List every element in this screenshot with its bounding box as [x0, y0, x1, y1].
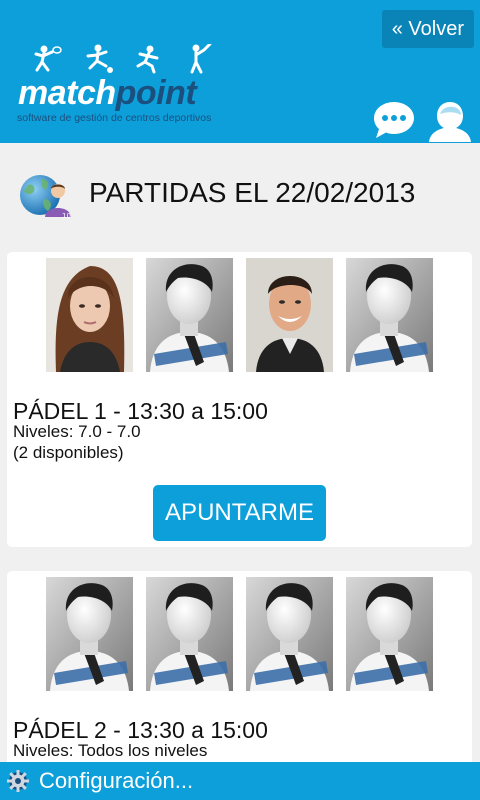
app-header: « Volver matchpoint software de gestión … — [0, 0, 480, 143]
player-photo-man[interactable] — [246, 258, 333, 372]
placeholder-avatar — [46, 577, 133, 691]
gear-icon — [7, 770, 29, 792]
logo-text-match: match — [18, 74, 116, 112]
player-photo-woman[interactable] — [46, 258, 133, 372]
player-slot-empty[interactable] — [46, 577, 133, 691]
soccer-player-icon — [86, 44, 113, 73]
player-slot-empty[interactable] — [346, 258, 433, 372]
placeholder-avatar — [346, 258, 433, 372]
svg-text:10: 10 — [62, 212, 71, 220]
sport-icons — [32, 44, 214, 74]
settings-bar[interactable]: Configuración... — [0, 762, 480, 800]
placeholder-avatar — [146, 577, 233, 691]
placeholder-avatar — [146, 258, 233, 372]
match-card: PÁDEL 2 - 13:30 a 15:00 Niveles: Todos l… — [7, 571, 472, 771]
chat-bubble-icon[interactable] — [372, 100, 416, 140]
user-profile-icon[interactable] — [428, 98, 472, 142]
logo-wordmark: matchpoint — [18, 74, 197, 113]
player-slots — [46, 258, 433, 372]
tennis-player-icon — [34, 45, 62, 72]
matchpoint-logo: matchpoint software de gestión de centro… — [16, 44, 216, 128]
globe-user-icon: 10 — [20, 175, 71, 220]
match-availability: (2 disponibles) — [13, 443, 124, 462]
match-title: PÁDEL 2 - 13:30 a 15:00 — [13, 717, 268, 743]
match-levels: Niveles: Todos los niveles — [13, 741, 208, 760]
match-title: PÁDEL 1 - 13:30 a 15:00 — [13, 398, 268, 424]
title-section: 10 PARTIDAS EL 22/02/2013 — [0, 143, 480, 250]
player-slots — [46, 577, 433, 691]
player-slot-empty[interactable] — [146, 577, 233, 691]
runner-icon — [136, 45, 159, 74]
player-photo — [246, 258, 333, 372]
player-photo — [46, 258, 133, 372]
placeholder-avatar — [246, 577, 333, 691]
join-button[interactable]: APUNTARME — [153, 485, 326, 541]
back-button[interactable]: « Volver — [381, 10, 474, 48]
match-card: PÁDEL 1 - 13:30 a 15:00 Niveles: 7.0 - 7… — [7, 252, 472, 547]
placeholder-avatar — [346, 577, 433, 691]
page-title: PARTIDAS EL 22/02/2013 — [89, 177, 416, 208]
player-slot-empty[interactable] — [346, 577, 433, 691]
logo-text-point: point — [115, 74, 197, 112]
player-slot-empty[interactable] — [246, 577, 333, 691]
match-levels: Niveles: 7.0 - 7.0 — [13, 422, 141, 441]
player-slot-empty[interactable] — [146, 258, 233, 372]
settings-label: Configuración... — [39, 768, 194, 793]
golfer-icon — [190, 44, 212, 74]
logo-tagline: software de gestión de centros deportivo… — [17, 112, 212, 124]
